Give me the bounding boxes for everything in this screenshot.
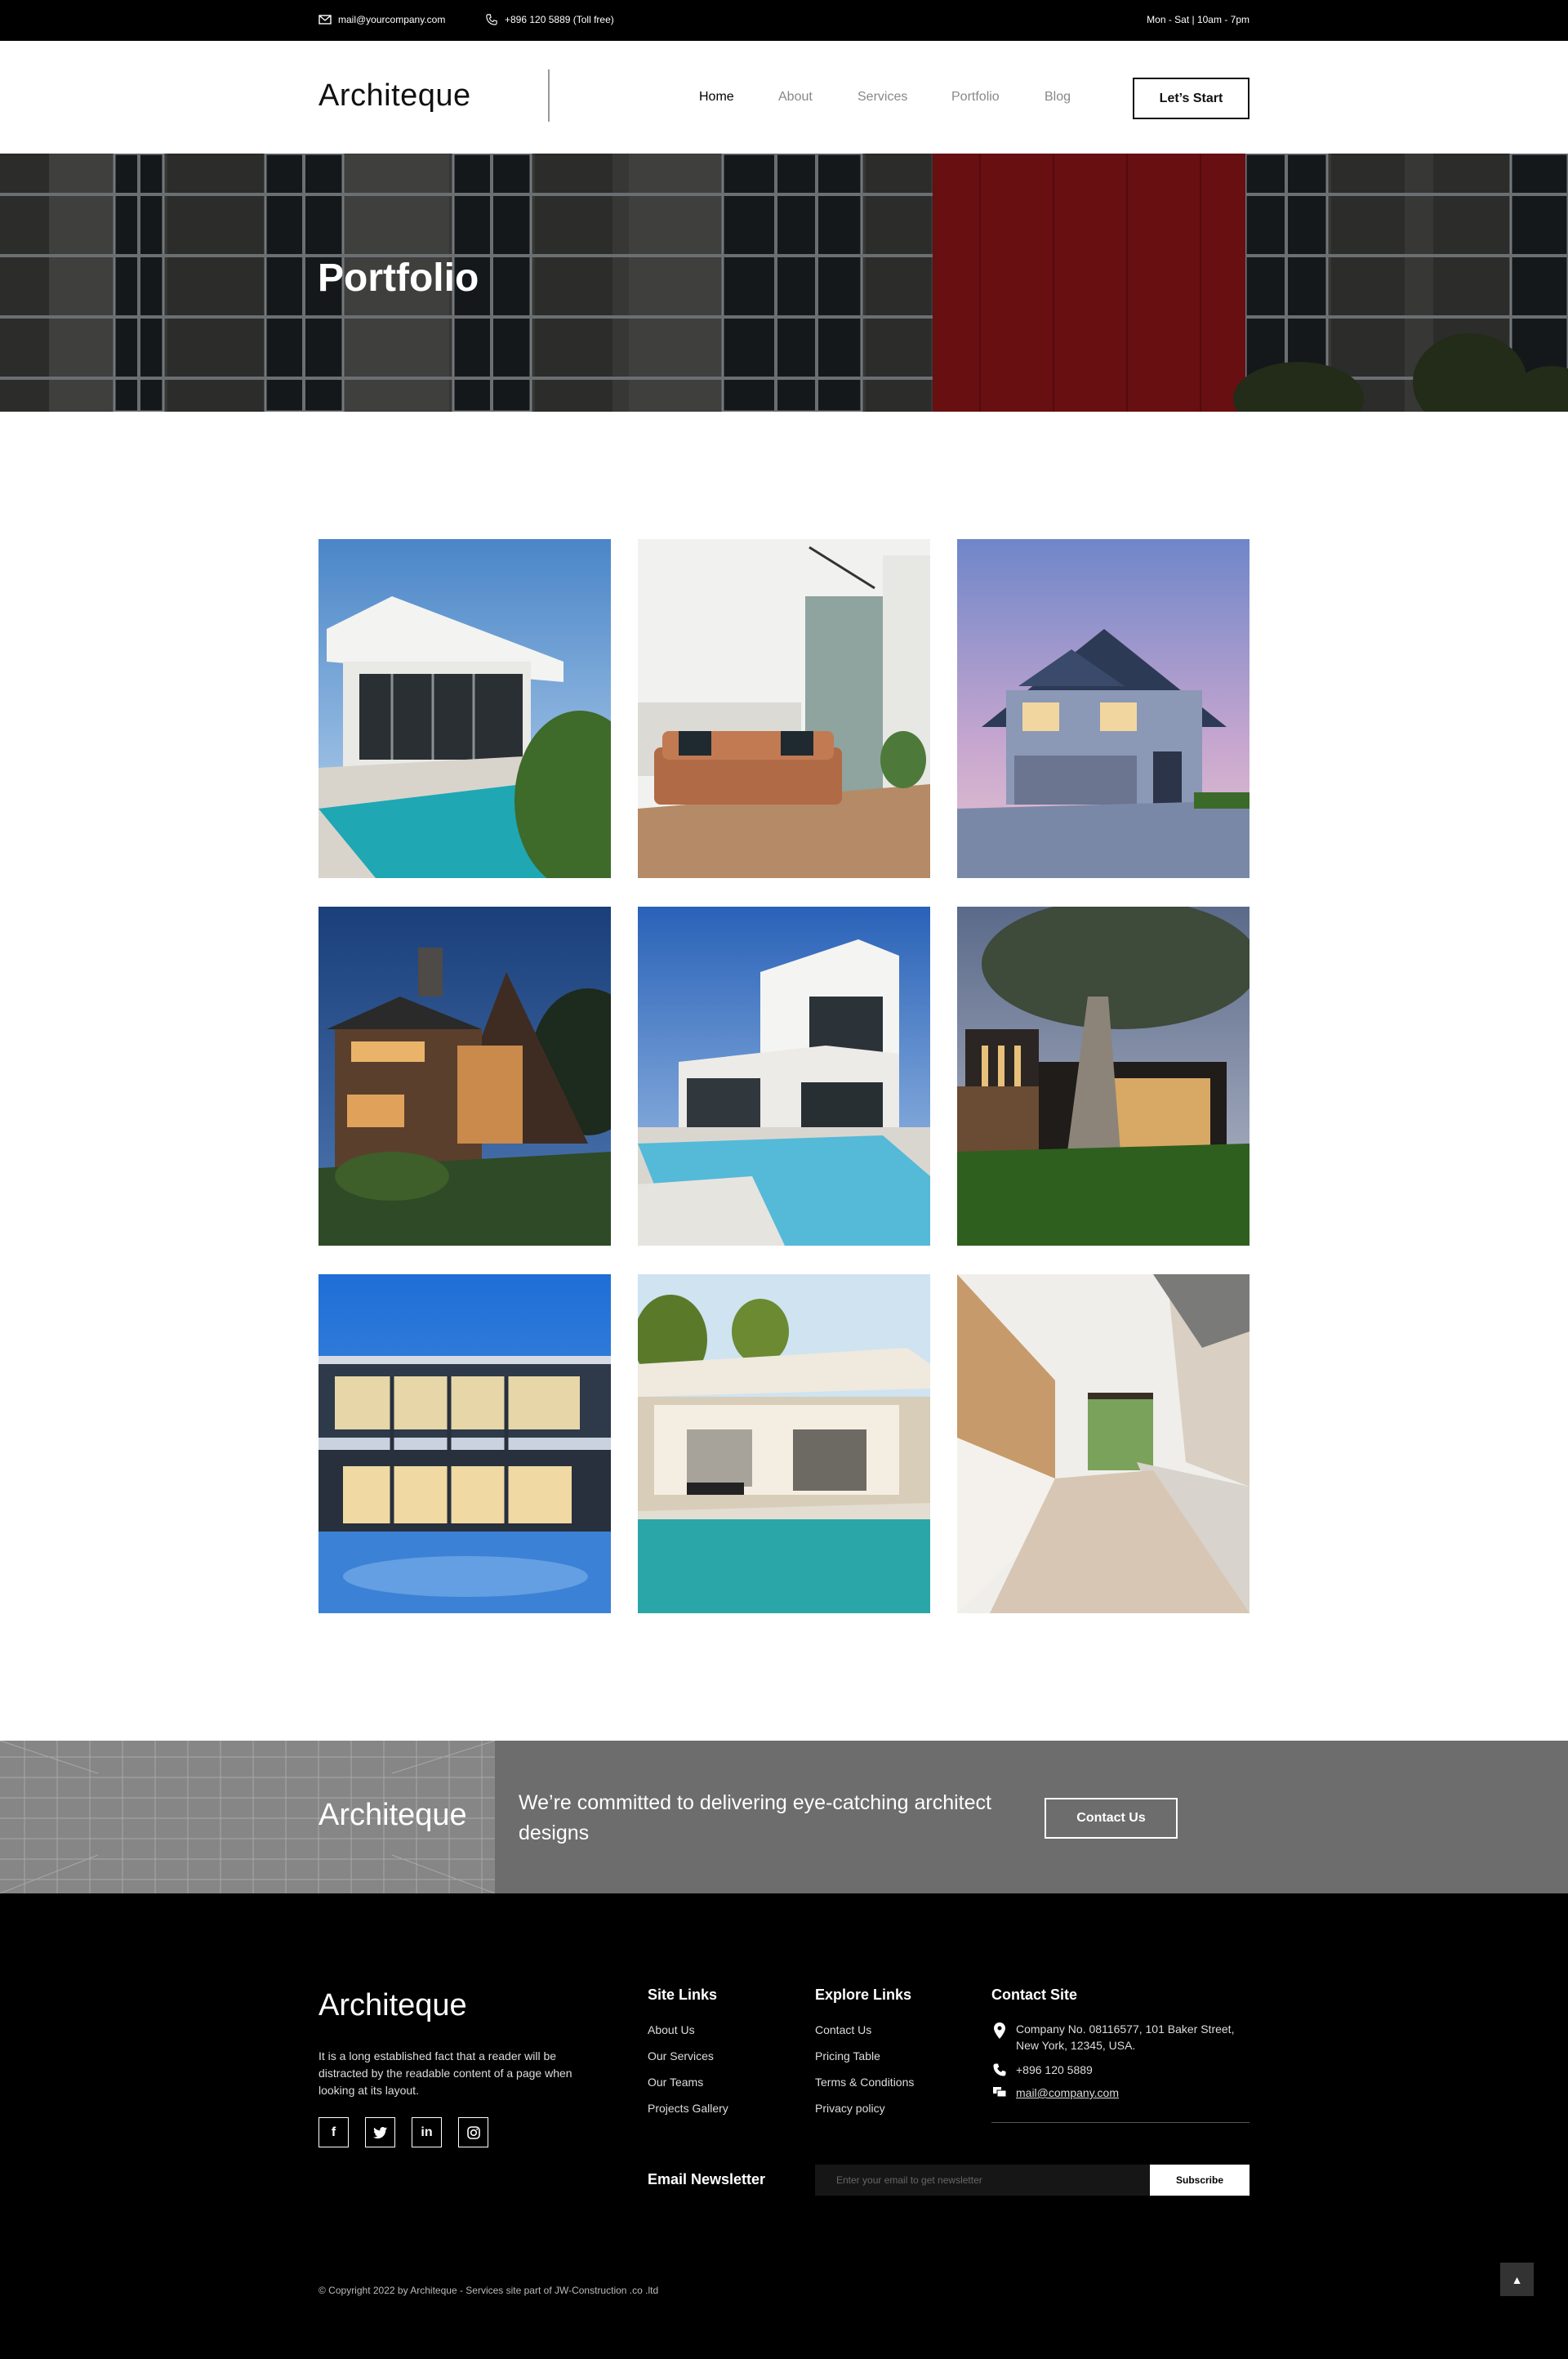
- footer-link-our-services[interactable]: Our Services: [648, 2049, 714, 2062]
- glass-house-blue-hour-image: [318, 1274, 611, 1613]
- contact-address: Company No. 08116577, 101 Baker Street, …: [991, 2021, 1250, 2054]
- nav-about[interactable]: About: [778, 90, 813, 105]
- hero-building-image: [0, 154, 1568, 412]
- phone-icon: [991, 2062, 1008, 2078]
- site-header: Architeque Home About Services Portfolio…: [0, 41, 1568, 154]
- newsletter-email-input[interactable]: [815, 2165, 1150, 2196]
- header-divider: [548, 69, 550, 122]
- topbar-email[interactable]: mail@yourcompany.com: [318, 14, 445, 25]
- portfolio-item[interactable]: [638, 1274, 930, 1613]
- explore-links-heading: Explore Links: [815, 1987, 912, 2003]
- site-links-list: About Us Our Services Our Teams Projects…: [648, 2022, 728, 2127]
- band-logo: Architeque: [318, 1798, 467, 1832]
- portfolio-item[interactable]: [957, 1274, 1250, 1613]
- nav-services[interactable]: Services: [858, 90, 907, 105]
- footer-link-about-us[interactable]: About Us: [648, 2023, 695, 2036]
- newsletter-label: Email Newsletter: [648, 2171, 766, 2187]
- phone-icon: [486, 14, 497, 25]
- linkedin-icon[interactable]: in: [412, 2117, 442, 2147]
- facebook-icon[interactable]: f: [318, 2117, 349, 2147]
- topbar-hours-text: Mon - Sat | 10am - 7pm: [1147, 14, 1250, 25]
- portfolio-item[interactable]: [957, 539, 1250, 878]
- top-bar: mail@yourcompany.com +896 120 5889 (Toll…: [0, 0, 1568, 41]
- contact-address-text: Company No. 08116577, 101 Baker Street, …: [1016, 2022, 1235, 2052]
- subscribe-button[interactable]: Subscribe: [1150, 2165, 1250, 2196]
- footer-link-our-teams[interactable]: Our Teams: [648, 2076, 703, 2089]
- footer-link-terms[interactable]: Terms & Conditions: [815, 2076, 914, 2089]
- dark-house-with-tree-image: [957, 907, 1250, 1246]
- cta-band: Architeque We’re committed to delivering…: [0, 1741, 1568, 1893]
- topbar-hours: Mon - Sat | 10am - 7pm: [1147, 14, 1250, 25]
- location-pin-icon: [991, 2021, 1008, 2054]
- twitter-icon[interactable]: [365, 2117, 395, 2147]
- page-title: Portfolio: [318, 256, 479, 300]
- site-links-heading: Site Links: [648, 1987, 718, 2003]
- arrow-up-icon: ▲: [1511, 2272, 1523, 2286]
- portfolio-item[interactable]: [318, 1274, 611, 1613]
- lets-start-button[interactable]: Let’s Start: [1133, 78, 1250, 119]
- patio-pool-house-image: [638, 1274, 930, 1613]
- wood-kitchen-interior-image: [957, 1274, 1250, 1613]
- portfolio-item[interactable]: [638, 907, 930, 1246]
- living-room-leather-sofa-image: [638, 539, 930, 878]
- portfolio-item[interactable]: [957, 907, 1250, 1246]
- explore-links-list: Contact Us Pricing Table Terms & Conditi…: [815, 2022, 914, 2127]
- page-hero: Portfolio: [0, 154, 1568, 412]
- modern-white-villa-pool-image: [318, 539, 611, 878]
- suburban-house-dusk-image: [957, 539, 1250, 878]
- instagram-glyph: [466, 2125, 480, 2139]
- nav-home[interactable]: Home: [699, 90, 734, 105]
- footer-logo[interactable]: Architeque: [318, 1988, 467, 2023]
- contact-email-text: mail@company.com: [1016, 2086, 1119, 2099]
- mail-icon: [991, 2085, 1008, 2101]
- footer-about-text: It is a long established fact that a rea…: [318, 2049, 572, 2097]
- topbar-phone-text: +896 120 5889 (Toll free): [505, 14, 614, 25]
- footer-link-projects-gallery[interactable]: Projects Gallery: [648, 2102, 728, 2115]
- back-to-top-button[interactable]: ▲: [1500, 2263, 1534, 2296]
- white-cube-villa-pool-image: [638, 907, 930, 1246]
- social-links: f in: [318, 2117, 488, 2147]
- copyright-text: © Copyright 2022 by Architeque - Service…: [318, 2285, 659, 2296]
- footer-link-contact-us[interactable]: Contact Us: [815, 2023, 871, 2036]
- contact-heading: Contact Site: [991, 1987, 1078, 2003]
- site-footer: Architeque It is a long established fact…: [0, 1893, 1568, 2359]
- footer-link-pricing-table[interactable]: Pricing Table: [815, 2049, 880, 2062]
- mail-icon: [318, 15, 332, 25]
- twitter-bird-glyph: [372, 2126, 387, 2138]
- contact-us-button[interactable]: Contact Us: [1045, 1798, 1178, 1839]
- nav-portfolio[interactable]: Portfolio: [951, 90, 1000, 105]
- topbar-phone[interactable]: +896 120 5889 (Toll free): [485, 14, 614, 25]
- contact-email[interactable]: mail@company.com: [991, 2085, 1119, 2101]
- contact-divider: [991, 2122, 1250, 2123]
- nav-blog[interactable]: Blog: [1045, 90, 1071, 105]
- portfolio-item[interactable]: [638, 539, 930, 878]
- header-logo[interactable]: Architeque: [318, 78, 471, 114]
- contact-phone-text: +896 120 5889: [1016, 2063, 1093, 2076]
- footer-link-privacy[interactable]: Privacy policy: [815, 2102, 885, 2115]
- portfolio-item[interactable]: [318, 539, 611, 878]
- instagram-icon[interactable]: [458, 2117, 488, 2147]
- band-tagline: We’re committed to delivering eye-catchi…: [519, 1791, 991, 1844]
- topbar-email-text: mail@yourcompany.com: [338, 14, 446, 25]
- portfolio-item[interactable]: [318, 907, 611, 1246]
- contact-phone[interactable]: +896 120 5889: [991, 2062, 1093, 2078]
- timber-house-night-image: [318, 907, 611, 1246]
